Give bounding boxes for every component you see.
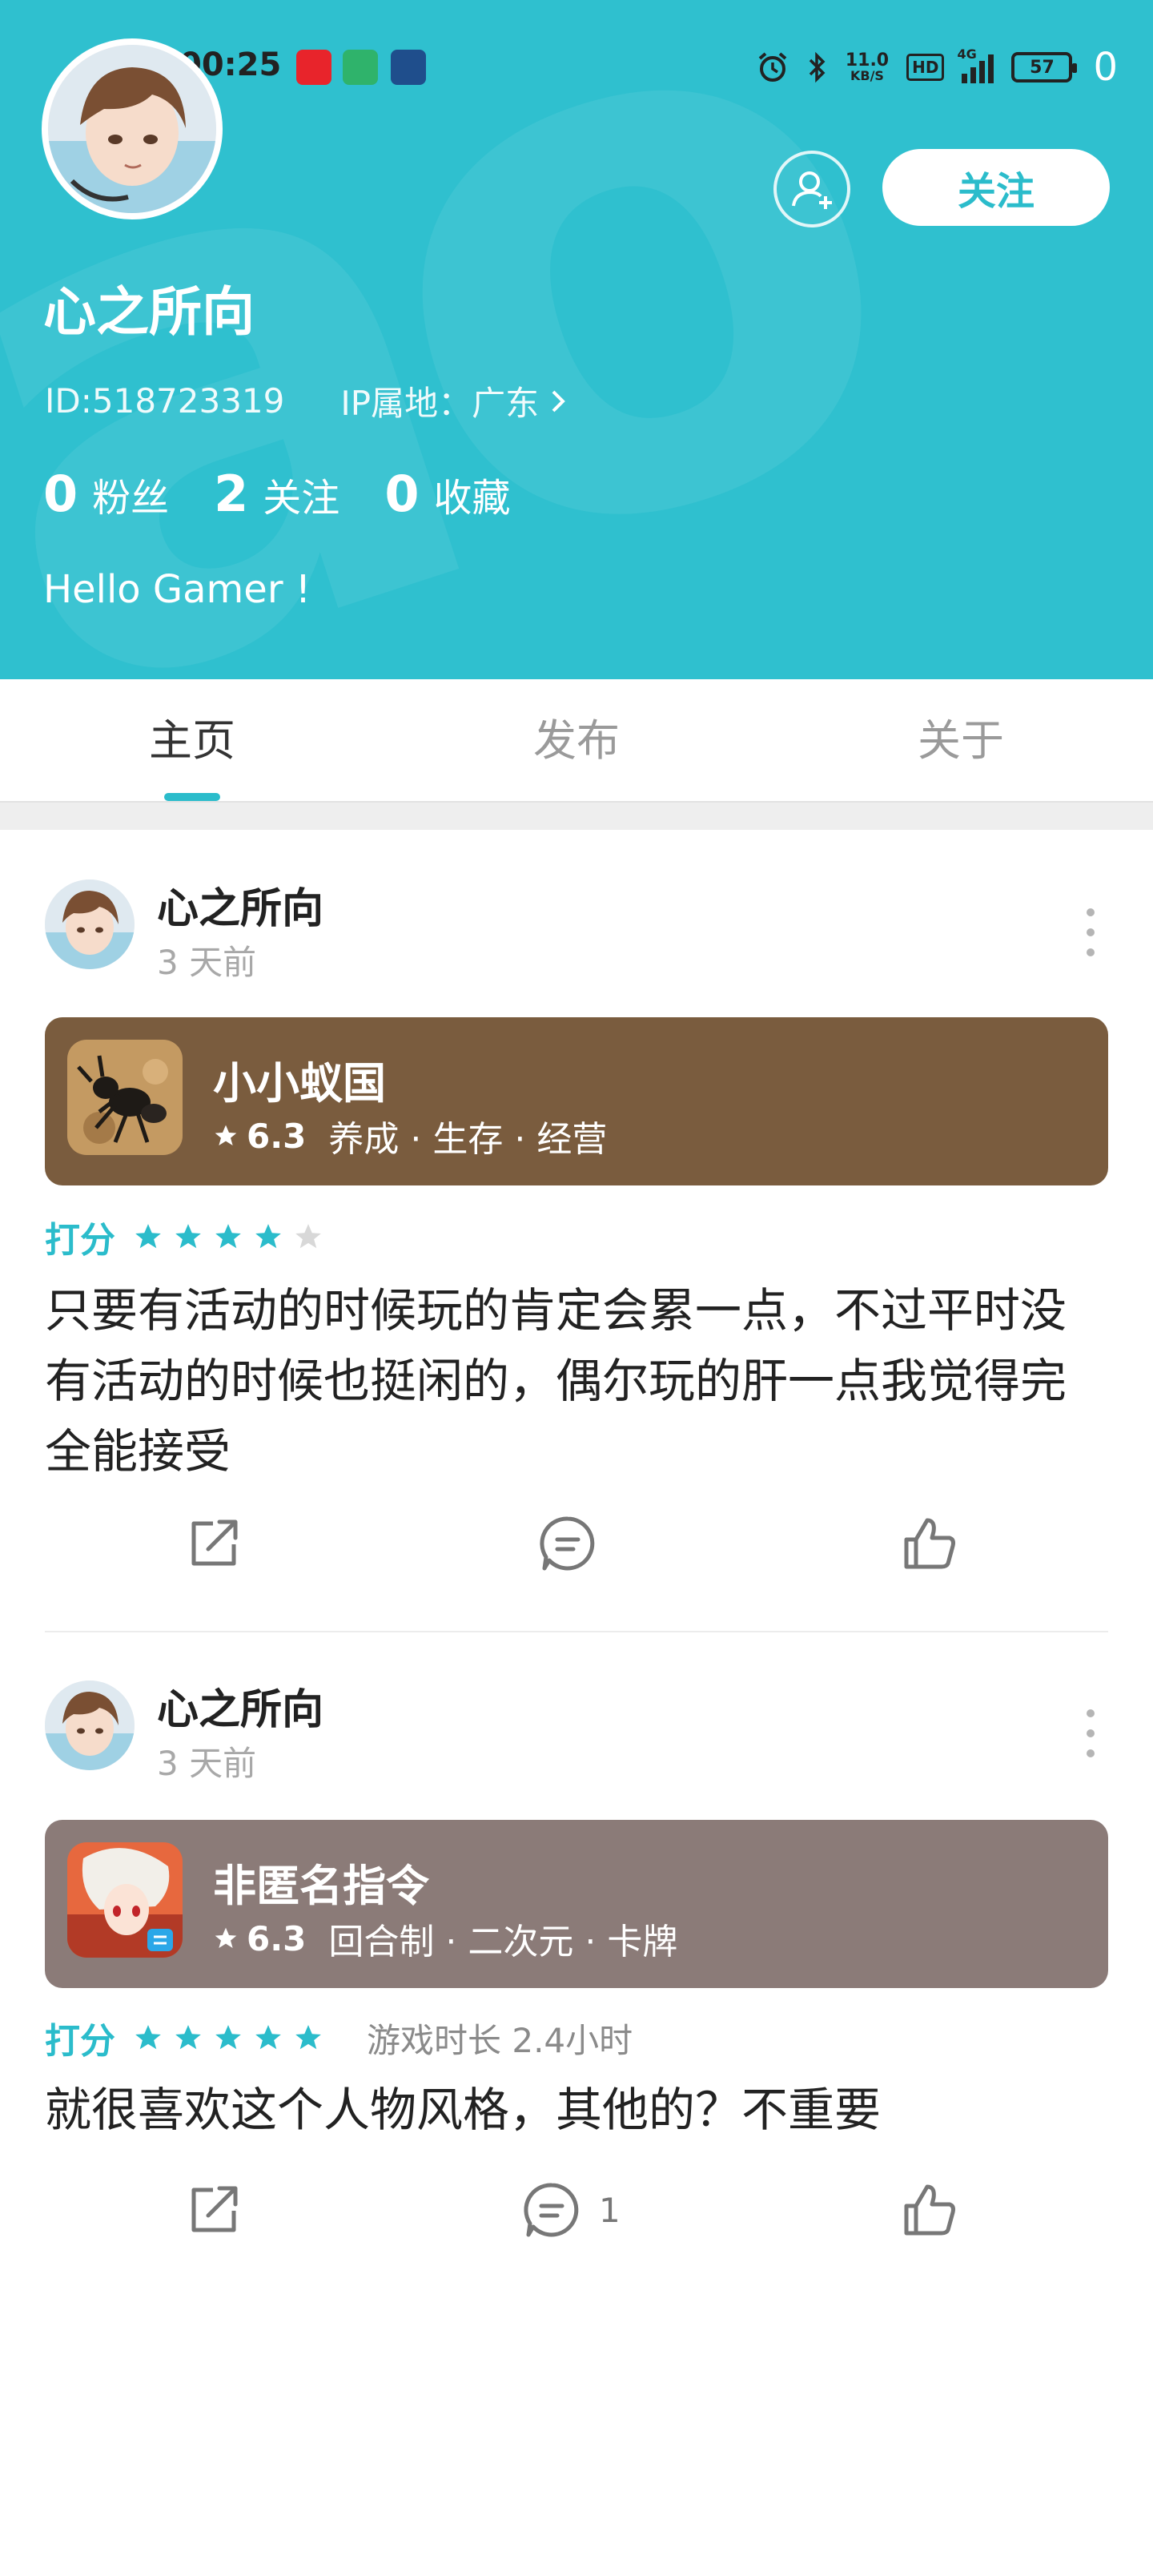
following-stat[interactable]: 2 关注 bbox=[214, 465, 339, 523]
rating-stars bbox=[133, 1222, 323, 1252]
game-title: 非匿名指令 bbox=[213, 1861, 429, 1911]
review-text: 就很喜欢这个人物风格，其他的？不重要 bbox=[45, 2083, 882, 2137]
rating-row: 打分 游戏时长 2.4小时 bbox=[45, 2012, 633, 2063]
post-actions: 1 bbox=[0, 2180, 1153, 2260]
profile-stats: 0 粉丝 2 关注 0 收藏 bbox=[43, 465, 510, 523]
playtime: 游戏时长 2.4小时 bbox=[367, 2020, 633, 2060]
chevron-right-icon bbox=[552, 390, 565, 412]
star-icon bbox=[215, 1125, 237, 1145]
security-app-icon bbox=[343, 50, 378, 85]
user-id: ID:518723319 bbox=[45, 381, 285, 421]
star-filled-icon bbox=[255, 1224, 281, 1249]
active-tab-indicator bbox=[164, 793, 220, 801]
star-filled-icon bbox=[175, 1224, 201, 1249]
share-button[interactable] bbox=[184, 1514, 243, 1573]
thumbs-up-icon bbox=[904, 2184, 955, 2236]
star-filled-icon bbox=[135, 2025, 161, 2050]
game-card[interactable]: 非匿名指令 6.3 回合制 · 二次元 · 卡牌 bbox=[45, 1820, 1108, 1988]
star-filled-icon bbox=[215, 1224, 241, 1249]
game-tags: 回合制 · 二次元 · 卡牌 bbox=[328, 1922, 678, 1962]
follow-button[interactable]: 关注 bbox=[882, 149, 1110, 226]
tab-about[interactable]: 关于 bbox=[769, 679, 1153, 801]
share-button[interactable] bbox=[184, 2180, 243, 2240]
favorites-stat[interactable]: 0 收藏 bbox=[384, 465, 510, 523]
tab-home[interactable]: 主页 bbox=[0, 679, 384, 801]
share-icon bbox=[191, 1519, 238, 1566]
rating-row: 打分 bbox=[45, 1211, 323, 1262]
game-rating: 6.3 bbox=[247, 1918, 307, 1958]
battery-icon: 57 bbox=[1011, 52, 1078, 83]
tab-posts[interactable]: 发布 bbox=[384, 679, 769, 801]
post-author-name[interactable]: 心之所向 bbox=[157, 1676, 323, 1736]
post-time: 3 天前 bbox=[157, 1744, 257, 1783]
profile-name: 心之所向 bbox=[43, 281, 255, 343]
like-button[interactable] bbox=[900, 2180, 959, 2240]
comment-count: 1 bbox=[599, 2190, 621, 2230]
comment-button[interactable] bbox=[538, 1514, 615, 1573]
star-empty-icon bbox=[295, 1224, 321, 1249]
signal-icon: 4G bbox=[957, 46, 994, 83]
comment-icon bbox=[524, 2183, 579, 2237]
star-filled-icon bbox=[215, 2025, 241, 2050]
rating-stars bbox=[133, 2023, 323, 2053]
post-author-avatar[interactable] bbox=[45, 879, 135, 969]
star-filled-icon bbox=[175, 2025, 201, 2050]
game-app-icon bbox=[391, 50, 426, 85]
news-app-icon bbox=[296, 50, 331, 85]
game-info: 6.3 回合制 · 二次元 · 卡牌 bbox=[213, 1913, 677, 1964]
thumbs-up-icon bbox=[904, 1518, 955, 1569]
more-options-icon[interactable] bbox=[1084, 908, 1097, 956]
comment-button[interactable]: 1 bbox=[522, 2180, 621, 2240]
rating-label: 打分 bbox=[45, 2021, 115, 2062]
ip-location-link[interactable]: IP属地：广东 bbox=[340, 376, 566, 425]
game-thumbnail bbox=[67, 1842, 183, 1958]
comment-icon bbox=[540, 1516, 595, 1571]
star-icon bbox=[215, 1927, 237, 1948]
fans-stat[interactable]: 0 粉丝 bbox=[43, 465, 169, 523]
profile-bio: Hello Gamer ! bbox=[43, 567, 311, 612]
star-filled-icon bbox=[255, 2025, 281, 2050]
review-text: 只要有活动的时候玩的肯定会累一点，不过平时没有活动的时候也挺闲的，偶尔玩的肝一点… bbox=[45, 1283, 1067, 1479]
profile-tabs: 主页 发布 关于 bbox=[0, 679, 1153, 801]
game-info: 6.3 养成 · 生存 · 经营 bbox=[213, 1110, 607, 1161]
post-actions bbox=[0, 1514, 1153, 1594]
like-button[interactable] bbox=[900, 1514, 959, 1573]
status-extra: 0 bbox=[1093, 45, 1118, 90]
post-author-avatar[interactable] bbox=[45, 1680, 135, 1770]
game-title: 小小蚁国 bbox=[213, 1058, 386, 1109]
profile-avatar[interactable] bbox=[42, 38, 223, 219]
add-friend-button[interactable] bbox=[773, 151, 850, 227]
share-icon bbox=[191, 2186, 238, 2232]
game-thumbnail bbox=[67, 1040, 183, 1155]
add-user-icon bbox=[792, 171, 832, 209]
post-author-name[interactable]: 心之所向 bbox=[157, 875, 323, 935]
star-filled-icon bbox=[295, 2025, 321, 2050]
more-options-icon[interactable] bbox=[1084, 1709, 1097, 1757]
post-time: 3 天前 bbox=[157, 943, 257, 982]
profile-header: ao 00:25 11.0 KB/S HD 4G 57 0 关注 心之所向 ID… bbox=[0, 0, 1153, 679]
rating-label: 打分 bbox=[45, 1220, 115, 1261]
star-filled-icon bbox=[135, 1224, 161, 1249]
game-rating: 6.3 bbox=[247, 1116, 307, 1156]
bluetooth-icon bbox=[809, 51, 826, 83]
alarm-icon bbox=[758, 52, 787, 82]
network-speed: 11.0 KB/S bbox=[845, 50, 890, 83]
profile-meta: ID:518723319 IP属地：广东 bbox=[45, 376, 566, 425]
game-tags: 养成 · 生存 · 经营 bbox=[328, 1119, 608, 1160]
status-indicators: 11.0 KB/S HD 4G 57 0 bbox=[756, 45, 1118, 90]
section-divider bbox=[0, 801, 1153, 830]
game-card[interactable]: 小小蚁国 6.3 养成 · 生存 · 经营 bbox=[45, 1017, 1108, 1185]
hd-icon: HD bbox=[906, 54, 945, 81]
post-separator bbox=[45, 1631, 1108, 1632]
